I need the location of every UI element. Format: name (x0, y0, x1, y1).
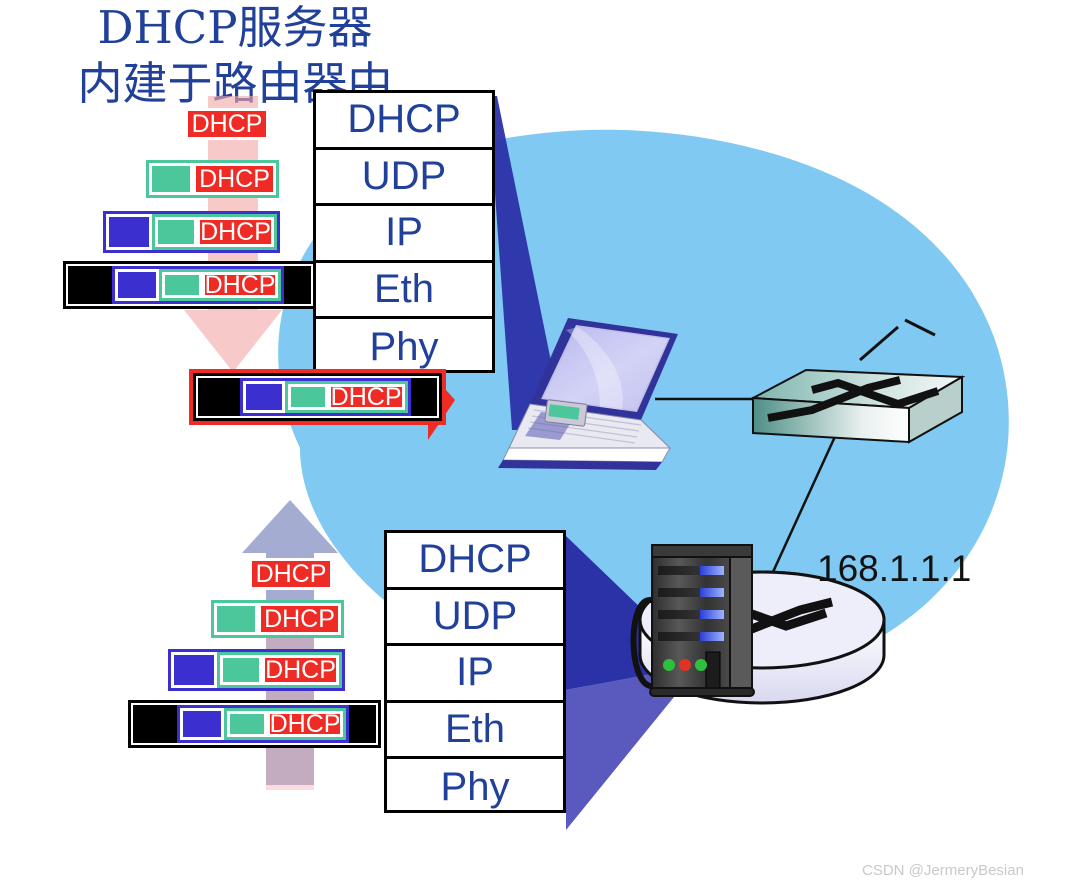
packet-ip-udp-dhcp: DHCP (168, 649, 345, 691)
segment-eth-trailer (349, 705, 376, 743)
stack-layer-ip: IP (387, 646, 563, 703)
inner-ip-frame: DHCP (111, 266, 285, 304)
segment-dhcp: DHCP (258, 603, 341, 635)
packet-udp-dhcp: DHCP (211, 600, 344, 638)
layer-label: DHCP (347, 97, 461, 142)
segment-dhcp: DHCP (201, 272, 279, 298)
layer-label: DHCP (418, 537, 532, 582)
packet-udp-dhcp: DHCP (146, 160, 279, 198)
stack-layer-udp: UDP (387, 590, 563, 647)
stack-layer-phy: Phy (387, 759, 563, 816)
layer-label: UDP (361, 153, 447, 198)
inner-ip-frame: DHCP (176, 705, 350, 743)
inner-udp-frame: DHCP (152, 214, 277, 250)
segment-udp-header (161, 272, 202, 298)
packet-dhcp-only: DHCP (249, 558, 333, 590)
segment-ip-header (171, 652, 217, 688)
inner-udp-frame: DHCP (217, 652, 342, 688)
watermark: CSDN @JermeryBesian (862, 862, 1024, 879)
inner-udp-frame: DHCP (284, 381, 408, 413)
segment-dhcp: DHCP (262, 655, 339, 685)
segment-udp-header (149, 163, 193, 195)
packet-on-wire-highlighted: DHCP (189, 369, 446, 425)
stack-layer-ip: IP (316, 206, 492, 263)
layer-label: UDP (432, 593, 518, 638)
segment-eth-header (198, 378, 240, 416)
layer-label: Phy (440, 765, 510, 810)
stack-layer-eth: Eth (316, 263, 492, 320)
inner-udp-frame: DHCP (158, 269, 282, 301)
layer-label: Eth (373, 267, 435, 312)
inner-udp-frame: DHCP (223, 708, 347, 740)
segment-eth-header (68, 266, 112, 304)
packet-eth-ip-udp-dhcp: DHCP (128, 700, 381, 748)
segment-ip-header (106, 214, 152, 250)
segment-eth-trailer (410, 378, 437, 416)
segment-eth-trailer (284, 266, 311, 304)
layer-label: Phy (369, 325, 439, 370)
client-protocol-stack: DHCP UDP IP Eth Phy (313, 90, 495, 373)
segment-dhcp: DHCP (266, 711, 344, 737)
segment-udp-header (226, 711, 267, 737)
stack-layer-udp: UDP (316, 150, 492, 207)
ip-address-label: 168.1.1.1 (817, 548, 972, 589)
stack-layer-eth: Eth (387, 703, 563, 760)
layer-label: IP (456, 650, 494, 695)
server-protocol-stack: DHCP UDP IP Eth Phy (384, 530, 566, 813)
segment-udp-header (214, 603, 258, 635)
stack-layer-dhcp: DHCP (316, 93, 492, 150)
diagram-canvas: DHCP UDP IP Eth Phy DHCP UDP IP Eth Phy … (0, 0, 1076, 894)
stack-layer-dhcp: DHCP (387, 533, 563, 590)
segment-dhcp: DHCP (197, 217, 274, 247)
segment-eth-header (133, 705, 177, 743)
packet-ip-udp-dhcp: DHCP (103, 211, 280, 253)
segment-udp-header (287, 384, 328, 410)
segment-dhcp: DHCP (193, 163, 276, 195)
packet-dhcp-only: DHCP (185, 108, 269, 140)
inner-ip-frame: DHCP (239, 378, 411, 416)
segment-ip-header (114, 269, 159, 301)
layer-label: IP (385, 210, 423, 255)
stack-layer-phy: Phy (316, 319, 492, 376)
segment-ip-header (242, 381, 285, 413)
segment-udp-header (220, 655, 262, 685)
segment-dhcp: DHCP (249, 558, 333, 590)
segment-dhcp: DHCP (327, 384, 405, 410)
segment-dhcp: DHCP (185, 108, 269, 140)
segment-ip-header (179, 708, 224, 740)
packet-eth-ip-udp-dhcp: DHCP (63, 261, 316, 309)
layer-label: Eth (444, 707, 506, 752)
dhcp-server-graphic (630, 544, 755, 697)
segment-udp-header (155, 217, 197, 247)
